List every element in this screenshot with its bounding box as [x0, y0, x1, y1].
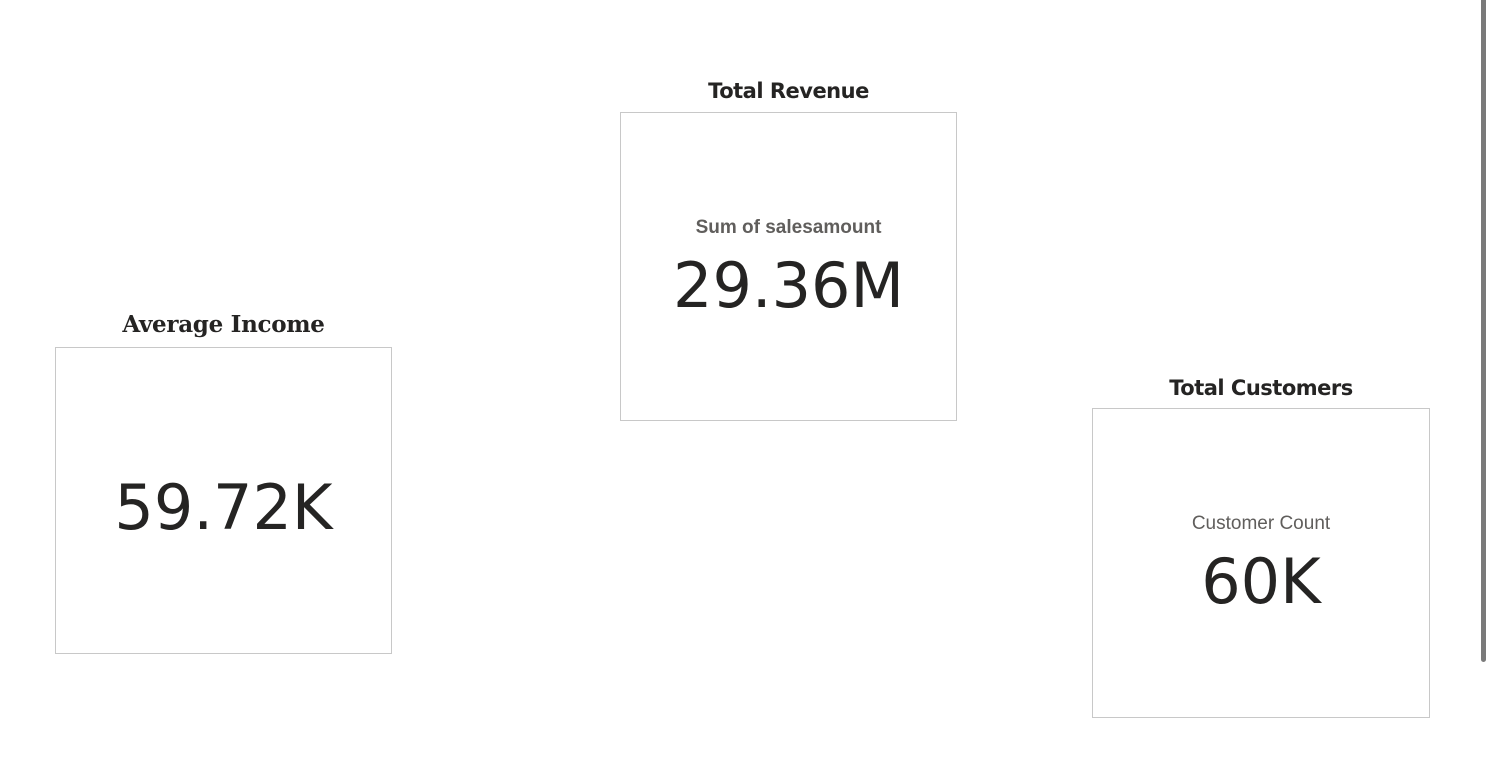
- total-customers-card[interactable]: Customer Count 60K: [1092, 408, 1430, 718]
- average-income-value: 59.72K: [114, 470, 333, 544]
- total-revenue-card[interactable]: Sum of salesamount 29.36M: [620, 112, 957, 421]
- average-income-title: Average Income: [122, 311, 325, 338]
- total-customers-label: Customer Count: [1191, 513, 1331, 534]
- total-revenue-value: 29.36M: [673, 248, 904, 322]
- report-canvas: Total Revenue Sum of salesamount 29.36M …: [0, 0, 1486, 758]
- total-customers-value: 60K: [1201, 545, 1321, 618]
- total-revenue-title: Total Revenue: [708, 79, 869, 103]
- total-customers-title: Total Customers: [1169, 376, 1353, 400]
- average-income-card[interactable]: 59.72K: [55, 347, 392, 654]
- vertical-scrollbar[interactable]: [1481, 0, 1486, 662]
- total-revenue-label: Sum of salesamount: [695, 216, 882, 238]
